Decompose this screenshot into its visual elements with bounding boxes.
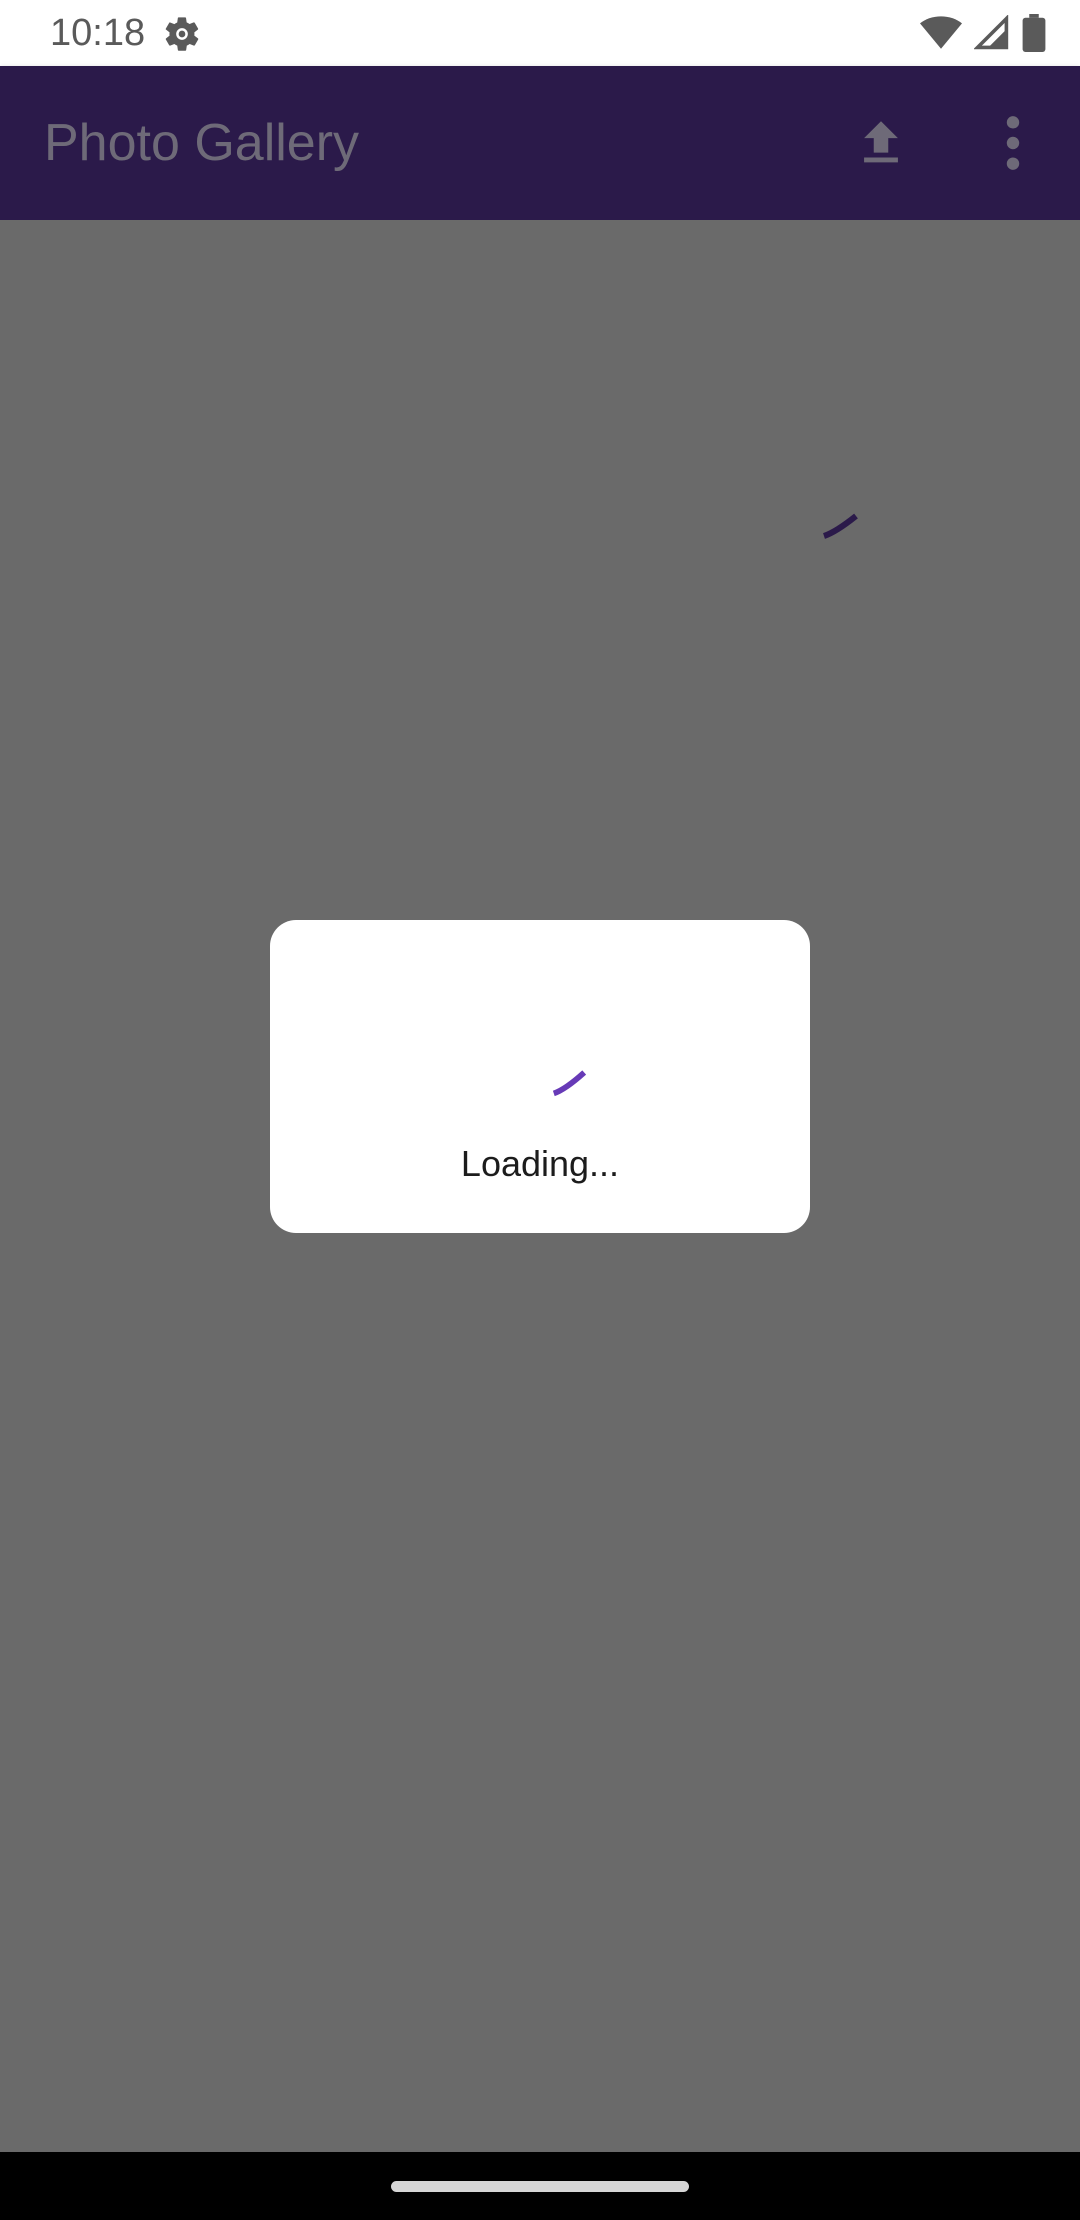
upload-icon[interactable] bbox=[852, 114, 910, 172]
loading-dialog: Loading... bbox=[270, 920, 810, 1233]
app-title: Photo Gallery bbox=[44, 114, 360, 172]
home-gesture-handle[interactable] bbox=[391, 2181, 689, 2192]
wifi-icon bbox=[920, 16, 962, 49]
battery-icon bbox=[1022, 14, 1046, 52]
status-bar: 10:18 bbox=[0, 0, 1080, 66]
background-loading-spinner bbox=[822, 513, 858, 539]
app-bar: Photo Gallery bbox=[0, 66, 1080, 220]
loading-spinner bbox=[552, 1070, 587, 1097]
more-vert-icon[interactable] bbox=[990, 112, 1036, 174]
navigation-bar bbox=[0, 2152, 1080, 2220]
loading-message: Loading... bbox=[460, 1143, 620, 1184]
settings-gear-icon bbox=[165, 17, 199, 51]
signal-icon bbox=[974, 15, 1009, 50]
status-time: 10:18 bbox=[50, 12, 146, 54]
status-icons bbox=[920, 14, 1046, 52]
